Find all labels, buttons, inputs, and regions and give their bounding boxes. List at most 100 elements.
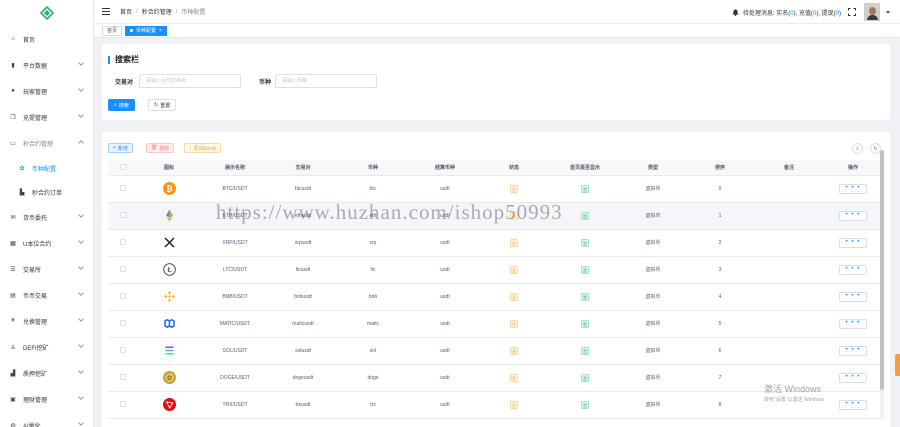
sidebar-item[interactable]: ❐ 充提管理 (0, 104, 93, 130)
side-drawer-handle[interactable] (895, 354, 900, 376)
menu-toggle-icon[interactable] (102, 8, 110, 15)
sidebar-item[interactable]: ▭ 秒合约管理 (0, 130, 93, 156)
sidebar-item[interactable]: ▦ U本位合约 (0, 230, 93, 256)
row-checkbox[interactable] (120, 212, 126, 219)
sidebar-item[interactable]: ✉ 货币委托 (0, 204, 93, 230)
pair-input[interactable] (139, 74, 241, 88)
search-toggle-button[interactable]: ⌕ (852, 143, 863, 154)
row-checkbox[interactable] (120, 401, 126, 408)
more-actions-button[interactable]: • • • (839, 237, 867, 248)
tab-label: 首页 (107, 28, 118, 34)
table-header-row: 图标 展示名称 交易对 币种 结算币种 状态 首页是否显示 类型 排序 备注 操作 (108, 160, 884, 176)
bell-icon[interactable] (732, 8, 739, 16)
table-row[interactable]: Ł LTC/USDT ltcusdt ltc usdt 开是虚拟币 3 • • • (108, 256, 884, 284)
settle-coin-cell: usdt (410, 229, 480, 257)
row-checkbox[interactable] (120, 293, 126, 300)
scrollbar-thumb[interactable] (880, 150, 884, 390)
trash-icon: 🗑 (151, 145, 158, 151)
coin-cell: sol (336, 337, 410, 365)
home-show-badge[interactable]: 是 (581, 346, 589, 355)
row-select-cell (108, 391, 138, 419)
table-row[interactable]: ₿ BTC/USDT btcusdt btc usdt 开是虚拟币 0 • • • (108, 175, 884, 203)
table-row[interactable]: XRP/USDT xrpusdt xrp usdt 开是虚拟币 2 • • • (108, 229, 884, 257)
home-show-badge[interactable]: 是 (581, 373, 589, 382)
pending-notice[interactable]: 待处理消息: 实名(0), 充值(0), 提现(0) (743, 8, 841, 17)
close-icon[interactable]: × (159, 28, 162, 34)
more-actions-button[interactable]: • • • (839, 210, 867, 221)
status-badge[interactable]: 开 (510, 238, 518, 247)
tags-view: 首页 币种配置 × (94, 24, 900, 38)
pair-cell: solusdt (270, 337, 336, 365)
column-header: 操作 (822, 160, 884, 176)
svg-text:Ł: Ł (166, 266, 171, 274)
status-badge[interactable]: 开 (510, 400, 518, 409)
export-button[interactable]: ↓ 导出Excel (184, 143, 221, 153)
sidebar-item[interactable]: ▣ 理财管理 (0, 386, 93, 412)
row-checkbox[interactable] (120, 347, 126, 354)
coin-input[interactable] (275, 74, 377, 88)
more-actions-button[interactable]: • • • (839, 264, 867, 275)
app-logo[interactable] (0, 0, 93, 26)
table-row[interactable]: BNB/USDT bnbusdt bnb usdt 开是虚拟币 4 • • • (108, 283, 884, 311)
select-all-checkbox[interactable] (120, 164, 126, 171)
sidebar-item[interactable]: ▙ 秒合约订单 (0, 180, 93, 204)
more-actions-button[interactable]: • • • (839, 183, 867, 194)
tab-coin-config[interactable]: 币种配置 × (125, 25, 167, 36)
home-show-badge-cell: 是 (548, 364, 622, 392)
avatar[interactable] (864, 3, 880, 21)
sidebar-item[interactable]: ¥ 兑换管理 (0, 308, 93, 334)
search-button[interactable]: ⌕ 搜索 (108, 99, 135, 111)
more-actions-button[interactable]: • • • (839, 318, 867, 329)
row-select-cell (108, 256, 138, 284)
home-show-badge[interactable]: 是 (581, 400, 589, 409)
sidebar-item[interactable]: ◍ AI量化 (0, 412, 93, 427)
table-row[interactable]: MATIC/USDT maticusdt matic usdt 开是虚拟币 5 • • • (108, 310, 884, 338)
windows-activation-title: 激活 Windows (764, 384, 822, 394)
breadcrumb-home[interactable]: 首页 (120, 7, 132, 16)
breadcrumb-second[interactable]: 秒合约管理 (142, 7, 172, 16)
sidebar-item[interactable]: ⌂ 首页 (0, 26, 93, 52)
export-button-label: 导出Excel (193, 145, 216, 152)
sidebar-item[interactable]: ♙ DEFI挖矿 (0, 334, 93, 360)
sidebar-menu: ⌂ 首页 ▮ 平台数据 ● 玩家管理 ❐ 充提管理 ▭ 秒合约管理 ✿ 币种配置 ▙ 秒合约订单 ✉ 货币委托… (0, 26, 93, 427)
caret-down-icon[interactable] (886, 10, 890, 14)
fullscreen-icon[interactable] (848, 8, 856, 16)
table-row[interactable]: SOL/USDT solusdt sol usdt 开是虚拟币 6 • • • (108, 337, 884, 365)
home-show-badge[interactable]: 是 (581, 292, 589, 301)
type-cell: 虚拟币 (622, 364, 684, 392)
home-show-badge[interactable]: 是 (581, 265, 589, 274)
status-badge[interactable]: 开 (510, 346, 518, 355)
status-badge[interactable]: 开 (510, 373, 518, 382)
row-checkbox[interactable] (120, 266, 126, 273)
status-badge[interactable]: 开 (510, 265, 518, 274)
row-checkbox[interactable] (120, 320, 126, 327)
more-actions-button[interactable]: • • • (839, 345, 867, 356)
home-show-badge[interactable]: 是 (581, 211, 589, 220)
sidebar-item[interactable]: ☰ 交易所 (0, 256, 93, 282)
sidebar-item[interactable]: ▤ 币币交易 (0, 282, 93, 308)
status-badge[interactable]: 开 (510, 319, 518, 328)
home-show-badge[interactable]: 是 (581, 319, 589, 328)
home-show-badge-cell: 是 (548, 256, 622, 284)
row-checkbox[interactable] (120, 185, 126, 192)
tab-home[interactable]: 首页 (102, 25, 123, 36)
home-show-badge[interactable]: 是 (581, 184, 589, 193)
sidebar-item[interactable]: ✿ 币种配置 (0, 156, 93, 180)
status-badge[interactable]: 开 (510, 184, 518, 193)
row-checkbox[interactable] (120, 239, 126, 246)
status-badge[interactable]: 开 (510, 292, 518, 301)
coin-cell: trx (336, 391, 410, 419)
delete-button[interactable]: 🗑 删除 (146, 143, 175, 153)
row-checkbox[interactable] (120, 374, 126, 381)
sidebar-item[interactable]: ● 玩家管理 (0, 78, 93, 104)
more-actions-button[interactable]: • • • (839, 399, 867, 410)
home-show-badge[interactable]: 是 (581, 238, 589, 247)
sidebar-item[interactable]: ▮ 平台数据 (0, 52, 93, 78)
more-actions-button[interactable]: • • • (839, 372, 867, 383)
select-all-header[interactable] (108, 160, 138, 176)
more-actions-button[interactable]: • • • (839, 291, 867, 302)
sidebar-item[interactable]: ▟ 质押挖矿 (0, 360, 93, 386)
reset-button[interactable]: ↻ 重置 (148, 99, 177, 111)
add-button[interactable]: + 新增 (108, 143, 133, 153)
actions-cell: • • • (822, 364, 884, 392)
